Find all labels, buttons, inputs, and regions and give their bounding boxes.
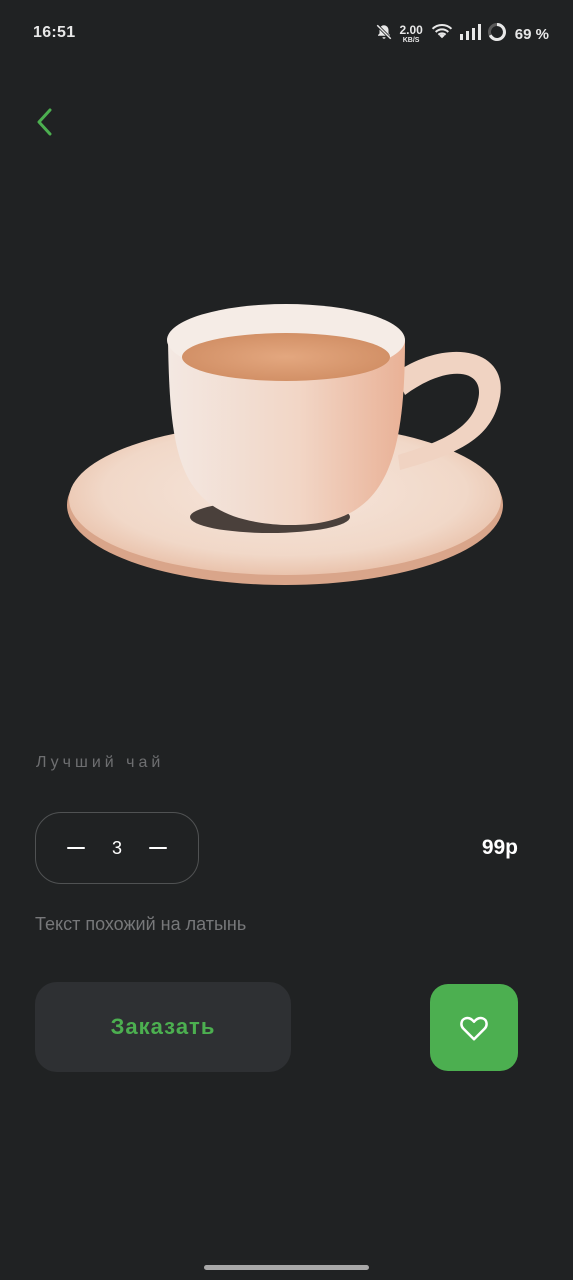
product-detail-screen: 16:51 2.00 KB/S 69 % Лучший чай 3 99р Те… xyxy=(0,0,573,1280)
battery-ring-icon xyxy=(487,22,507,47)
product-title: Лучший чай xyxy=(36,754,165,771)
quantity-value: 3 xyxy=(111,837,122,858)
increase-button[interactable] xyxy=(148,836,168,860)
product-description: Текст похожий на латынь xyxy=(35,914,247,934)
heart-icon xyxy=(460,1016,488,1040)
bell-off-icon xyxy=(375,23,393,46)
battery-percent: 69 % xyxy=(514,25,549,43)
signal-icon xyxy=(459,23,481,45)
status-time: 16:51 xyxy=(33,24,76,41)
home-indicator[interactable] xyxy=(204,1265,369,1270)
status-icons: 2.00 KB/S 69 % xyxy=(375,22,549,46)
net-speed-unit: KB/S xyxy=(402,37,420,44)
decrease-button[interactable] xyxy=(66,836,86,860)
wifi-icon xyxy=(431,23,453,46)
product-image xyxy=(60,295,510,595)
quantity-stepper: 3 xyxy=(35,812,199,884)
minus-icon xyxy=(148,847,167,849)
favorite-button[interactable] xyxy=(430,984,518,1071)
minus-icon xyxy=(67,847,85,849)
back-button[interactable] xyxy=(28,104,60,140)
net-speed-value: 2.00 xyxy=(399,23,423,37)
order-button[interactable]: Заказать xyxy=(35,982,291,1072)
status-bar: 16:51 2.00 KB/S 69 % xyxy=(0,0,573,68)
chevron-left-icon xyxy=(37,108,52,136)
network-speed: 2.00 KB/S xyxy=(399,24,422,44)
price: 99р xyxy=(481,836,518,859)
